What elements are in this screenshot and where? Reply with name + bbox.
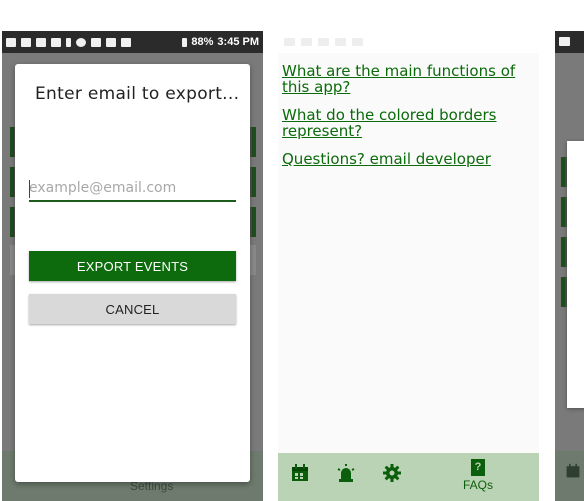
notification-icons — [6, 37, 131, 47]
signal-icon — [121, 37, 131, 47]
battery-icon — [182, 37, 188, 47]
email-input[interactable] — [29, 176, 236, 202]
gear-icon[interactable] — [382, 463, 402, 487]
status-bar: 88% 3:45 PM — [2, 31, 263, 53]
status-bar — [278, 31, 539, 53]
dialog-edge — [567, 141, 584, 408]
cast-icon — [51, 37, 61, 47]
calendar-icon — [565, 463, 581, 483]
faq-list: What are the main functions of this app?… — [282, 63, 532, 179]
mail-icon — [301, 38, 312, 46]
status-right: 88% 3:45 PM — [182, 36, 259, 48]
status-bar — [555, 31, 584, 53]
siren-icon[interactable] — [336, 463, 356, 487]
cast-icon — [335, 38, 346, 46]
nav-faqs[interactable]: ? FAQs — [461, 459, 495, 492]
bottom-nav: ? FAQs — [278, 453, 539, 501]
export-events-button[interactable]: EXPORT EVENTS — [29, 251, 236, 281]
faq-link-email-developer[interactable]: Questions? email developer — [282, 151, 532, 167]
screen-partial — [555, 31, 584, 501]
screen-faqs: What are the main functions of this app?… — [278, 31, 539, 501]
mute-icon — [91, 37, 101, 47]
chat-icon — [6, 37, 16, 47]
chat-icon — [284, 38, 295, 46]
book-icon: ? — [471, 459, 485, 476]
do-not-disturb-icon — [76, 37, 86, 47]
chat-icon — [559, 37, 570, 46]
faq-link-colored-borders[interactable]: What do the colored borders represent? — [282, 107, 532, 139]
video-icon — [318, 38, 329, 46]
dialog-title: Enter email to export... — [35, 84, 240, 104]
video-icon — [36, 37, 46, 47]
nav-faqs-label: FAQs — [462, 478, 493, 492]
cancel-button[interactable]: CANCEL — [29, 294, 236, 324]
battery-percent: 88% — [191, 36, 214, 48]
wifi-icon — [106, 37, 116, 47]
text-cursor — [29, 180, 30, 198]
mail-icon — [21, 37, 31, 47]
bluetooth-icon — [66, 37, 71, 47]
export-dialog: Enter email to export... EXPORT EVENTS C… — [15, 64, 250, 482]
faq-link-main-functions[interactable]: What are the main functions of this app? — [282, 63, 532, 95]
background-bottom-nav — [555, 451, 584, 501]
wifi-icon — [352, 38, 363, 46]
calendar-icon[interactable] — [290, 463, 310, 487]
clock: 3:45 PM — [217, 36, 259, 48]
